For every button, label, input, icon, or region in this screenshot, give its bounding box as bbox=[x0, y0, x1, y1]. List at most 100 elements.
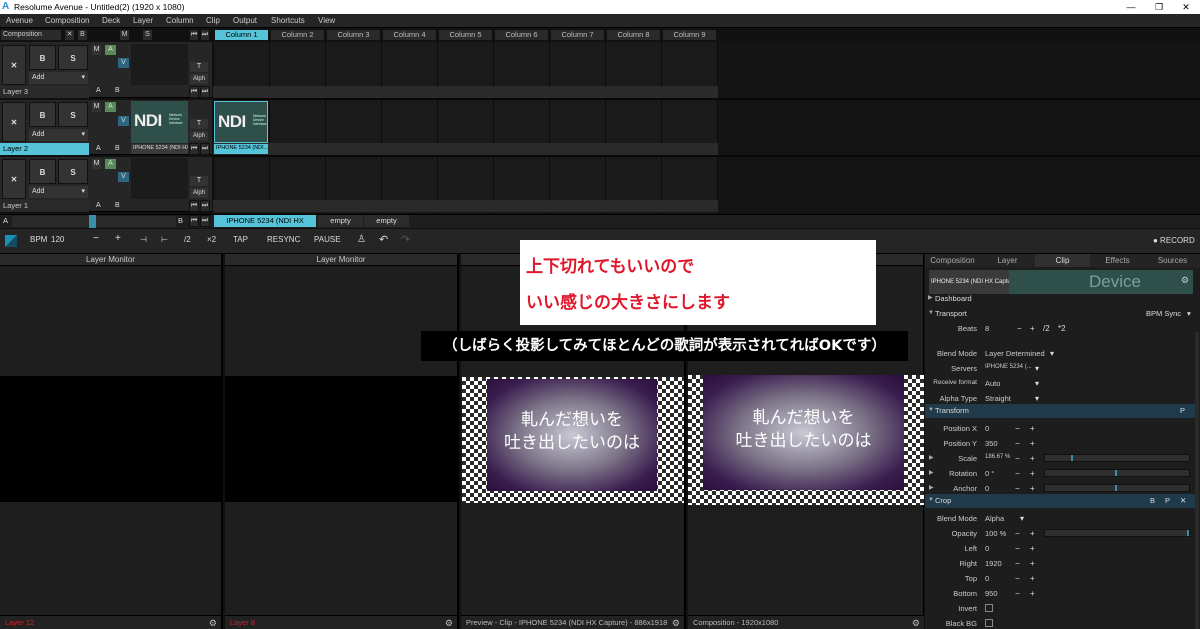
rotation-value[interactable]: 0 ° bbox=[985, 469, 994, 478]
layer-1-next-button[interactable]: ⏭ bbox=[200, 200, 210, 212]
layer-3-mask-button[interactable]: M bbox=[92, 45, 101, 55]
gear-icon[interactable]: ⚙ bbox=[209, 617, 217, 629]
minus-button[interactable]: − bbox=[1015, 439, 1020, 448]
dropdown-arrow-icon[interactable]: ▾ bbox=[1187, 307, 1191, 320]
redo-icon[interactable]: ↷ bbox=[401, 233, 410, 246]
menu-clip[interactable]: Clip bbox=[206, 16, 220, 25]
transport-section[interactable]: ▼ Transport BPM Sync ▾ bbox=[925, 307, 1195, 321]
scale-slider[interactable] bbox=[1044, 454, 1190, 462]
layer-1-a-button[interactable]: A bbox=[105, 159, 116, 169]
deck-prev-button[interactable]: ⏮ bbox=[189, 215, 199, 227]
param-menu-icon[interactable]: P bbox=[1180, 404, 1185, 417]
clip-thumbnail-ndi[interactable]: NDI Network Device Interface bbox=[214, 101, 268, 143]
layer-1-clear-button[interactable]: ✕ bbox=[2, 159, 26, 199]
composition-solo-button[interactable]: S bbox=[142, 29, 153, 41]
transform-section[interactable]: ▼ Transform P bbox=[925, 404, 1195, 418]
half-bpm-button[interactable]: /2 bbox=[184, 235, 191, 244]
slider-handle[interactable] bbox=[1115, 485, 1117, 491]
bpm-value[interactable]: 120 bbox=[51, 235, 64, 244]
tap-button[interactable]: TAP bbox=[233, 235, 248, 244]
dropdown-arrow-icon[interactable]: ▾ bbox=[1050, 349, 1054, 358]
column-7-header[interactable]: Column 7 bbox=[550, 29, 605, 41]
beats-plus-button[interactable]: + bbox=[1030, 324, 1035, 333]
layer-1-mask-button[interactable]: M bbox=[92, 159, 101, 169]
column-3-header[interactable]: Column 3 bbox=[326, 29, 381, 41]
blend-mode-value[interactable]: Layer Determined bbox=[985, 349, 1045, 358]
metronome-icon[interactable]: ♙ bbox=[357, 234, 366, 245]
minus-button[interactable]: − bbox=[1015, 529, 1020, 538]
layer-2-clear-button[interactable]: ✕ bbox=[2, 102, 26, 142]
layer-3-solo-button[interactable]: S bbox=[58, 45, 88, 70]
crop-left-value[interactable]: 0 bbox=[985, 544, 989, 553]
menu-view[interactable]: View bbox=[318, 16, 335, 25]
receive-format-value[interactable]: Auto bbox=[985, 379, 1000, 388]
layer-1-add-dropdown[interactable]: Add ▾ bbox=[29, 186, 88, 198]
column-9-header[interactable]: Column 9 bbox=[662, 29, 717, 41]
tab-layer[interactable]: Layer bbox=[980, 254, 1035, 267]
deck-tab[interactable]: empty bbox=[318, 215, 363, 227]
deck-tab[interactable]: empty bbox=[364, 215, 409, 227]
maximize-button[interactable]: ❐ bbox=[1145, 0, 1173, 14]
position-y-value[interactable]: 350 bbox=[985, 439, 998, 448]
layer-3-add-dropdown[interactable]: Add ▾ bbox=[29, 72, 88, 84]
layer-1-video-button[interactable]: V bbox=[118, 172, 129, 182]
prev-column-button[interactable]: ⏮ bbox=[189, 29, 199, 41]
layer-3-alpha-button[interactable]: Alph bbox=[190, 74, 208, 84]
minus-button[interactable]: − bbox=[1015, 484, 1020, 493]
param-menu-icon[interactable]: P bbox=[1165, 494, 1170, 507]
crossfader-handle[interactable] bbox=[89, 215, 96, 228]
nudge-left-button[interactable]: ⊣ bbox=[140, 235, 147, 244]
opacity-value[interactable]: 100 % bbox=[985, 529, 1006, 538]
tab-sources[interactable]: Sources bbox=[1145, 254, 1200, 267]
remove-effect-icon[interactable]: ✕ bbox=[1180, 494, 1186, 507]
plus-button[interactable]: + bbox=[1030, 454, 1035, 463]
bpm-sync-dropdown[interactable]: BPM Sync bbox=[1146, 307, 1181, 320]
column-2-header[interactable]: Column 2 bbox=[270, 29, 325, 41]
menu-column[interactable]: Column bbox=[166, 16, 194, 25]
dropdown-arrow-icon[interactable]: ▾ bbox=[1035, 379, 1039, 388]
clip-slots[interactable] bbox=[213, 42, 718, 213]
panel-scrollbar[interactable] bbox=[1195, 332, 1199, 629]
column-8-header[interactable]: Column 8 bbox=[606, 29, 661, 41]
menu-composition[interactable]: Composition bbox=[45, 16, 89, 25]
expand-icon[interactable]: ▶ bbox=[929, 454, 934, 461]
menu-deck[interactable]: Deck bbox=[102, 16, 120, 25]
servers-value[interactable]: IPHONE 5234 (... bbox=[985, 364, 1032, 370]
layer-2-alpha-button[interactable]: Alph bbox=[190, 131, 208, 141]
plus-button[interactable]: + bbox=[1030, 529, 1035, 538]
crossfader-a-label[interactable]: A bbox=[3, 216, 8, 225]
plus-button[interactable]: + bbox=[1030, 544, 1035, 553]
record-button[interactable]: ● RECORD bbox=[1153, 236, 1195, 245]
layer-1-alpha-button[interactable]: Alph bbox=[190, 188, 208, 198]
layer-2-prev-button[interactable]: ⏮ bbox=[189, 143, 199, 155]
beats-double-button[interactable]: *2 bbox=[1058, 324, 1066, 333]
layer-2-mask-button[interactable]: M bbox=[92, 102, 101, 112]
layer-1-prev-button[interactable]: ⏮ bbox=[189, 200, 199, 212]
layer-1-solo-button[interactable]: S bbox=[58, 159, 88, 184]
tab-composition[interactable]: Composition bbox=[925, 254, 980, 267]
dashboard-section[interactable]: ▶ Dashboard bbox=[925, 292, 1195, 306]
position-x-value[interactable]: 0 bbox=[985, 424, 989, 433]
layer-1-bypass-button[interactable]: B bbox=[29, 159, 56, 184]
minus-button[interactable]: − bbox=[1015, 574, 1020, 583]
layer-3-video-button[interactable]: V bbox=[118, 58, 129, 68]
dropdown-arrow-icon[interactable]: ▾ bbox=[1020, 514, 1024, 523]
pause-button[interactable]: PAUSE bbox=[314, 235, 341, 244]
layer-3-bypass-button[interactable]: B bbox=[29, 45, 56, 70]
menu-shortcuts[interactable]: Shortcuts bbox=[271, 16, 305, 25]
plus-button[interactable]: + bbox=[1030, 469, 1035, 478]
minus-button[interactable]: − bbox=[1015, 589, 1020, 598]
layer-2-add-dropdown[interactable]: Add ▾ bbox=[29, 129, 88, 141]
scale-value[interactable]: 186.67 % bbox=[985, 454, 1010, 460]
minus-button[interactable]: − bbox=[1015, 544, 1020, 553]
layer-3-clear-button[interactable]: ✕ bbox=[2, 45, 26, 85]
resync-button[interactable]: RESYNC bbox=[267, 235, 300, 244]
plus-button[interactable]: + bbox=[1030, 589, 1035, 598]
layer-3-transition-button[interactable]: T bbox=[190, 62, 208, 72]
layer-2-crossfade-b[interactable]: B bbox=[115, 145, 120, 152]
plus-button[interactable]: + bbox=[1030, 559, 1035, 568]
column-4-header[interactable]: Column 4 bbox=[382, 29, 437, 41]
layer-2-name[interactable]: Layer 2 bbox=[0, 143, 89, 155]
next-column-button[interactable]: ⏭ bbox=[200, 29, 210, 41]
minus-button[interactable]: − bbox=[1015, 559, 1020, 568]
